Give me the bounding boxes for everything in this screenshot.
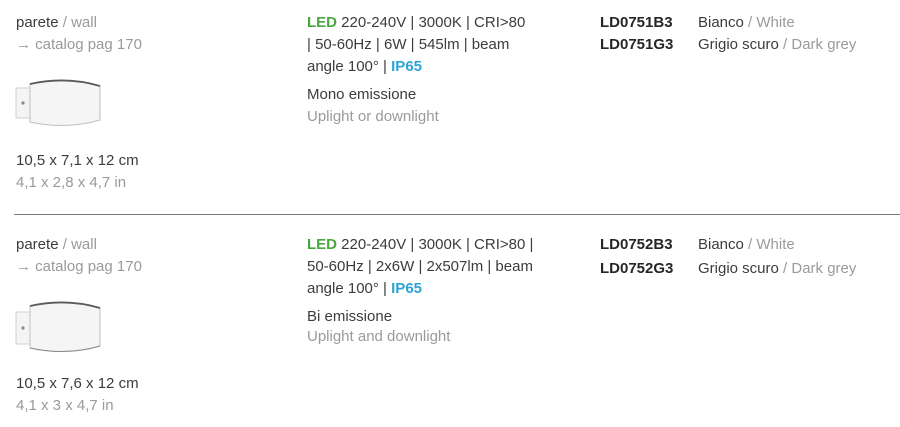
mount-separator: / [58,14,72,31]
mount-type: parete / wall [16,12,97,34]
variant-color: Grigio scuro / Dark grey [698,34,856,56]
mount-type-it: parete [16,14,59,31]
spec-line-3: angle 100° | IP65 [307,56,422,78]
emission-it: Mono emissione [307,86,417,103]
variant-code: LD0752B3 [600,236,673,253]
mount-type: parete / wall [16,234,97,256]
led-label: LED [307,14,337,31]
product-block-ld0752: parete / wall → catalog pag 170 10,5 x 7… [0,218,900,427]
spec-line-1: LED 220-240V | 3000K | CRI>80 | [307,234,533,256]
wall-lamp-icon [15,301,101,353]
variant-color-it: Grigio scuro [698,260,779,277]
variant-color-sep: / [743,14,757,31]
variant-color-sep: / [778,260,792,277]
variant-color: Grigio scuro / Dark grey [698,258,856,280]
variant-color-en: Dark grey [791,36,857,53]
mount-type-en: wall [71,14,97,31]
emission-en: Uplight or downlight [307,108,439,125]
spec-voltage-text: 220-240V | 3000K | CRI>80 [337,14,526,31]
dimensions-cm: 10,5 x 7,1 x 12 cm [16,152,139,169]
variant-code: LD0751G3 [600,36,674,53]
variant-color: Bianco / White [698,234,795,256]
variant-color-it: Bianco [698,14,744,31]
ip-rating: IP65 [391,280,422,297]
emission-it: Bi emissione [307,308,393,325]
section-divider [14,214,900,215]
led-label: LED [307,236,337,253]
variant-color-en: White [756,236,795,253]
wall-lamp-icon [15,79,101,127]
spec-angle-text: angle 100° | [307,280,392,297]
mount-separator: / [58,236,72,253]
catalog-link[interactable]: → catalog pag 170 [16,34,142,56]
product-block-ld0751: parete / wall → catalog pag 170 10,5 x 7… [0,0,900,212]
mount-type-en: wall [71,236,97,253]
variant-color-it: Bianco [698,236,744,253]
variant-code: LD0751B3 [600,14,673,31]
spec-line-2: 50-60Hz | 2x6W | 2x507lm | beam [307,258,533,275]
spec-line-1: LED 220-240V | 3000K | CRI>80 [307,12,525,34]
catalog-link[interactable]: → catalog pag 170 [16,256,142,278]
variant-color-en: White [756,14,795,31]
emission-en: Uplight and downlight [307,328,451,345]
spec-voltage-text: 220-240V | 3000K | CRI>80 | [337,236,534,253]
variant-color-sep: / [778,36,792,53]
mount-type-it: parete [16,236,59,253]
spec-angle-text: angle 100° | [307,58,392,75]
variant-color-it: Grigio scuro [698,36,779,53]
dimensions-in: 4,1 x 3 x 4,7 in [16,397,114,414]
spec-line-2: | 50-60Hz | 6W | 545lm | beam [307,36,510,53]
variant-color-sep: / [743,236,757,253]
dimensions-cm: 10,5 x 7,6 x 12 cm [16,375,139,392]
dimensions-in: 4,1 x 2,8 x 4,7 in [16,174,127,191]
variant-color: Bianco / White [698,12,795,34]
variant-code: LD0752G3 [600,260,674,277]
ip-rating: IP65 [391,58,422,75]
spec-line-3: angle 100° | IP65 [307,278,422,300]
variant-color-en: Dark grey [791,260,857,277]
